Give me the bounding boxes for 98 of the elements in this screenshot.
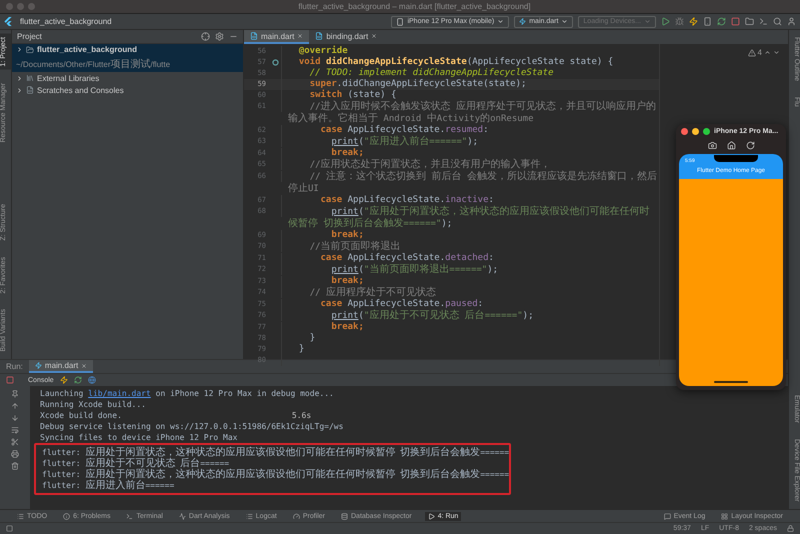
lightning-icon (34, 362, 42, 369)
caret-icon (497, 18, 504, 25)
close-icon[interactable] (81, 362, 88, 368)
info-icon (63, 512, 70, 520)
phone-icon (396, 18, 404, 26)
code-line: case AppLifecycleState.inactive: (320, 195, 494, 206)
phone-notch (714, 155, 758, 162)
code-line: } (298, 344, 304, 355)
phone-icon[interactable] (703, 17, 712, 26)
stop-icon[interactable] (6, 376, 14, 384)
speech-bubble-icon (664, 512, 671, 520)
warning-icon (748, 48, 756, 56)
pulse-icon (178, 512, 186, 520)
code-line: print("应用处于闲置状态，这种状态的应用应该假设他们可能在任何时候暂停 切换到后台会触发======"); (287, 206, 650, 230)
code-line: void didChangeAppLifecycleState(AppLifecycleState state) { (298, 57, 614, 68)
refresh-icon[interactable] (74, 376, 82, 384)
file-icon (26, 86, 34, 94)
home-icon[interactable] (726, 140, 736, 150)
code-line: super.didChangeAppLifecycleState(state); (308, 79, 526, 90)
grid-icon (721, 512, 728, 520)
close-icon[interactable] (371, 33, 378, 39)
play-icon (428, 512, 435, 520)
user-icon[interactable] (787, 17, 796, 26)
search-icon[interactable] (773, 17, 782, 26)
list-icon (17, 512, 24, 520)
settings-icon[interactable] (215, 32, 224, 41)
code-line: break; (330, 230, 364, 240)
crosshair-icon[interactable] (201, 32, 210, 41)
code-line: //当前页面即将退出 (308, 241, 401, 253)
trash-icon[interactable] (11, 462, 19, 470)
run-tab[interactable]: main.dart (28, 360, 94, 373)
folder-icon (26, 46, 34, 54)
terminal-icon[interactable] (759, 17, 768, 26)
console-line: flutter: 应用进入前台====== (41, 480, 176, 491)
code-line: @override (298, 46, 348, 56)
terminal-icon (126, 512, 134, 520)
square-icon[interactable] (6, 525, 13, 532)
chevron-icon (16, 46, 23, 53)
code-line: break; (330, 322, 364, 333)
project-name[interactable]: flutter_active_background (20, 17, 112, 26)
camera-icon[interactable] (708, 140, 716, 150)
console-line: flutter: 应用处于不可见状态 后台====== (41, 458, 230, 469)
play-icon[interactable] (661, 17, 670, 26)
stop-icon[interactable] (731, 17, 740, 26)
folder-icon[interactable] (745, 17, 754, 26)
tree-item[interactable]: flutter_active_background ~/Documents/Other/Flutter项目测试/flutte (12, 44, 243, 72)
scissors-icon[interactable] (11, 438, 19, 446)
arrow-down-icon[interactable] (11, 414, 19, 422)
tree-item[interactable]: External Libraries (12, 72, 243, 84)
code-line: case AppLifecycleState.detached: (320, 253, 494, 264)
lightning-icon (519, 18, 526, 25)
arrow-up-icon[interactable] (11, 402, 19, 410)
home-indicator (714, 381, 748, 383)
bug-icon[interactable] (675, 17, 684, 26)
code-line: // TODO: implement didChangeAppLifecycleState (308, 68, 554, 79)
code-line: print("应用进入前台======"); (330, 136, 478, 148)
rotate-icon[interactable] (746, 140, 754, 150)
gauge-icon (292, 512, 300, 520)
flutter-logo-icon (4, 17, 12, 26)
window-title: flutter_active_background – main.dart [flutter_active_background] (297, 2, 532, 11)
code-line: // 应用程序处于不可见状态 (308, 287, 436, 299)
code-line: case AppLifecycleState.resumed: (320, 125, 489, 136)
run-label: Run: (6, 362, 23, 371)
code-line: //应用状态处于闲置状态，并且没有用户的输入事件， (308, 159, 551, 170)
code-line: //进入应用时候不会触发该状态 应用程序处于可见状态，并且可以响应用户的输入事件。它相当于 Android 中Activity的onResume (287, 101, 657, 125)
chevron-up-icon[interactable] (764, 49, 771, 56)
editor-tab[interactable]: binding.dart (309, 30, 384, 44)
lightning-icon[interactable] (60, 376, 68, 384)
wrap-icon[interactable] (11, 426, 19, 434)
globe-icon[interactable] (88, 376, 96, 384)
tree-item[interactable]: Scratches and Consoles (12, 84, 243, 96)
database-icon (341, 512, 348, 520)
panel-title[interactable]: Project (17, 32, 42, 41)
lightning-icon[interactable] (689, 17, 698, 26)
warning-count: 4 (758, 48, 762, 57)
caret-icon (644, 18, 651, 25)
library-icon (26, 74, 34, 82)
list-icon (246, 512, 253, 520)
pin-icon[interactable] (11, 390, 19, 398)
code-line: // 注意：这个状态切换到 前后台 会触发，所以流程应该是先冻结窗口，然后停止UI (287, 171, 658, 195)
lock-icon[interactable] (787, 525, 794, 532)
code-line: break; (330, 148, 364, 158)
code-line: case AppLifecycleState.paused: (320, 299, 484, 310)
file-icon (250, 32, 258, 40)
print-icon[interactable] (11, 450, 19, 458)
console-line: flutter: 应用处于闲置状态，这种状态的应用应该假设他们可能在任何时候暂停 切换到后台会触发====== (41, 469, 510, 480)
code-line: print("当前页面即将退出======"); (330, 264, 498, 276)
refresh-icon[interactable] (717, 17, 726, 26)
code-line: break; (330, 276, 364, 286)
file-icon (315, 32, 324, 40)
caret-icon (561, 18, 568, 25)
code-line: } (308, 333, 316, 344)
code-line: print("应用处于不可见状态 后台======"); (330, 310, 534, 322)
chevron-down-icon[interactable] (773, 49, 780, 56)
close-icon[interactable] (297, 33, 304, 39)
code-line: switch (state) { (308, 90, 396, 100)
console-line: flutter: 应用处于闲置状态，这种状态的应用应该假设他们可能在任何时候暂停 切换到后台会触发====== (41, 447, 510, 458)
editor-tab[interactable]: main.dart (244, 30, 310, 44)
